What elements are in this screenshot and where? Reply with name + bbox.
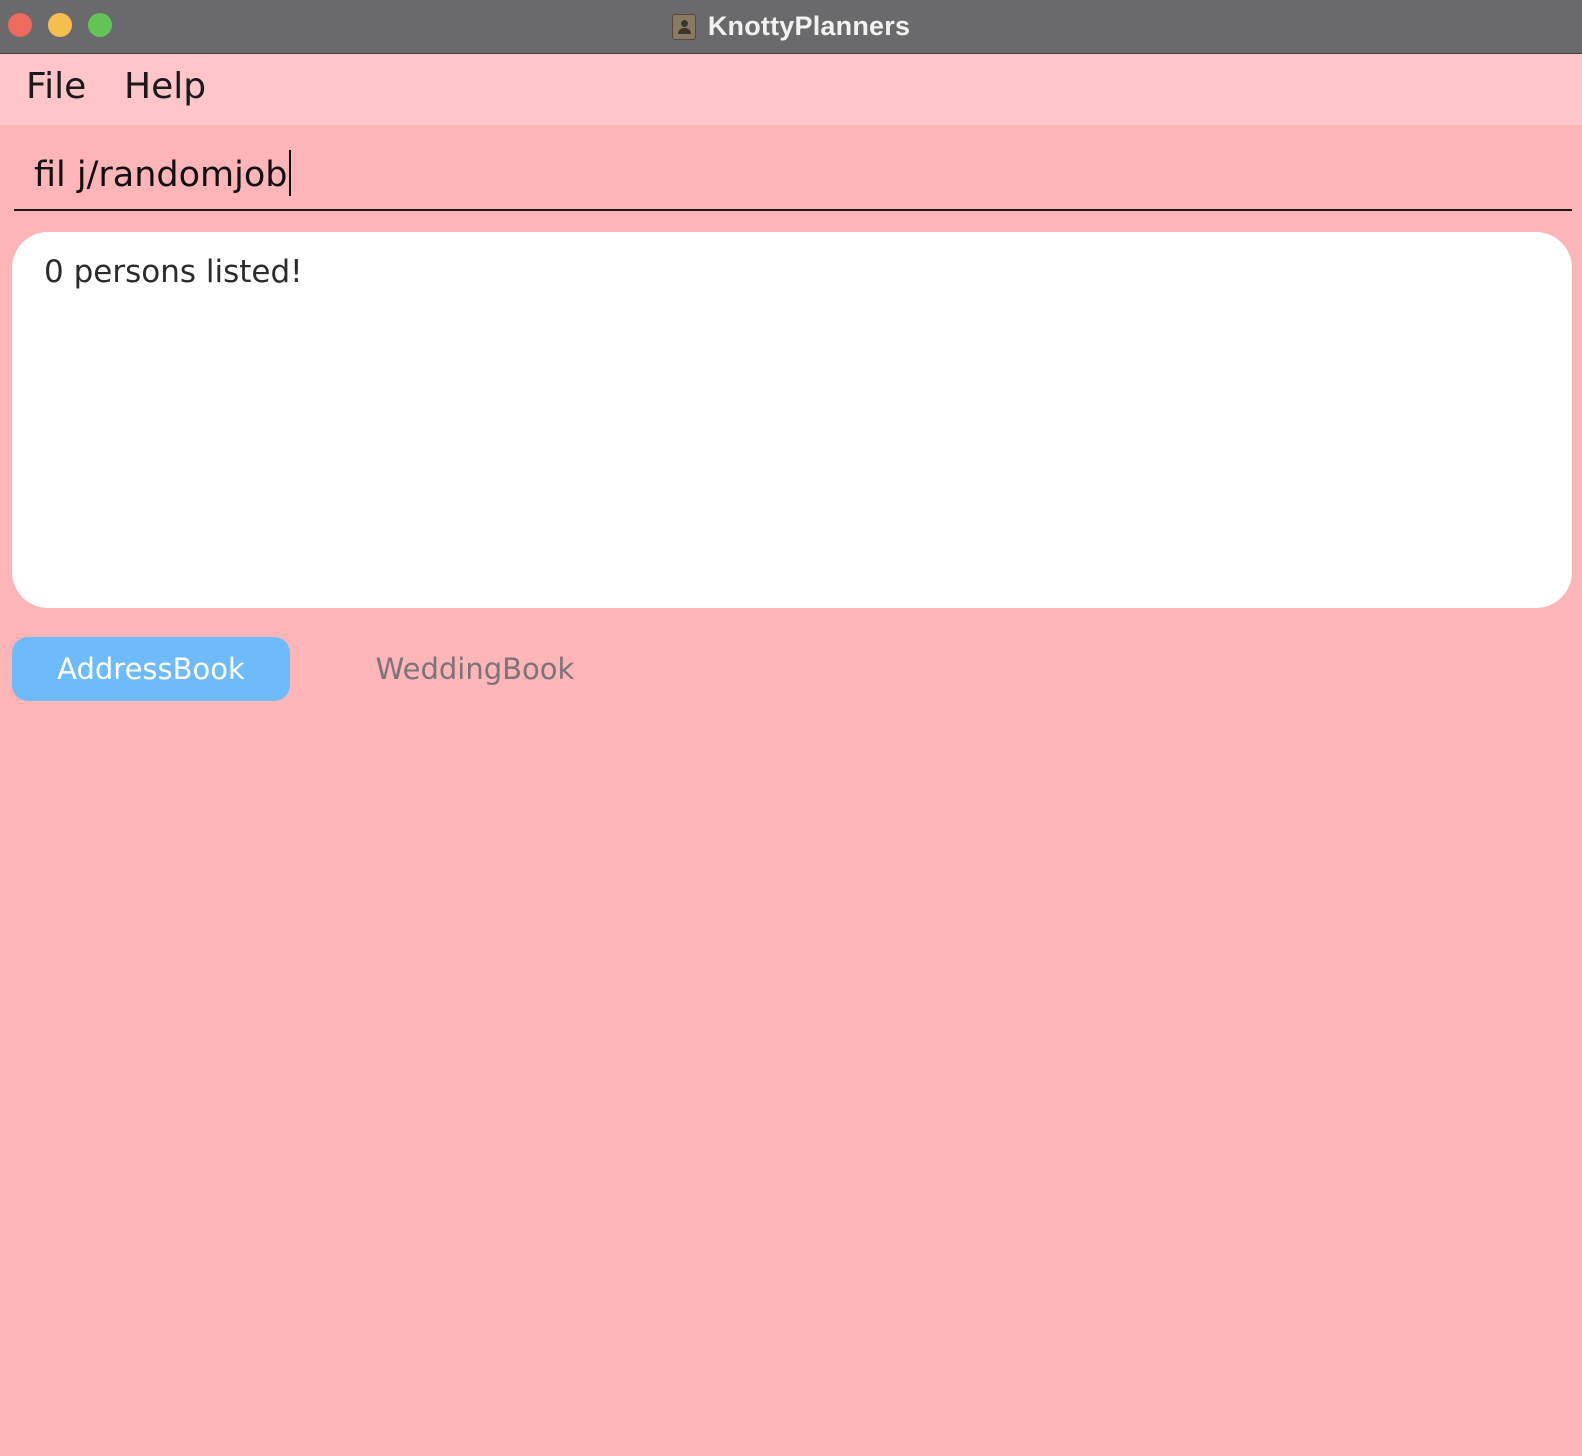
menu-file[interactable]: File (26, 66, 86, 107)
app-window: KnottyPlanners File Help 0 persons liste… (0, 0, 1582, 1456)
tab-weddingbook[interactable]: WeddingBook (330, 637, 620, 701)
contacts-app-icon (671, 13, 696, 40)
result-display: 0 persons listed! (12, 232, 1572, 608)
title-bar[interactable]: KnottyPlanners (0, 0, 1582, 54)
menu-help[interactable]: Help (124, 66, 206, 107)
title-group: KnottyPlanners (0, 0, 1582, 53)
menu-bar: File Help (0, 54, 1582, 125)
command-input[interactable] (34, 149, 1554, 201)
window-title: KnottyPlanners (707, 11, 911, 41)
tab-addressbook[interactable]: AddressBook (12, 637, 290, 701)
command-box (14, 143, 1572, 211)
text-caret (289, 150, 291, 196)
result-message: 0 persons listed! (44, 254, 303, 290)
